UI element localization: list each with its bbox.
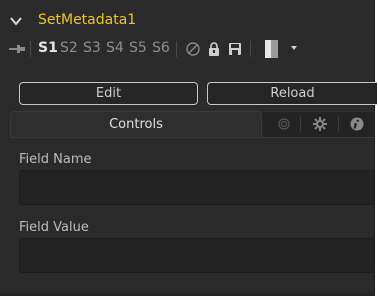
- info-icon[interactable]: [350, 117, 364, 131]
- triangle-down-icon[interactable]: [290, 44, 298, 52]
- pin-icon[interactable]: [8, 42, 26, 56]
- edit-button[interactable]: Edit: [19, 82, 198, 105]
- gear-icon[interactable]: [313, 117, 327, 131]
- chevron-down-icon[interactable]: [9, 14, 23, 28]
- color-swatch-icon[interactable]: [265, 40, 287, 58]
- version-s2[interactable]: S2: [60, 40, 78, 56]
- field-name-label: Field Name: [19, 152, 92, 167]
- version-s1[interactable]: S1: [38, 40, 58, 56]
- tab-controls[interactable]: Controls: [10, 111, 262, 137]
- modifier-icon[interactable]: [277, 117, 291, 131]
- separator: [250, 41, 251, 57]
- inspector-panel: SetMetadata1 S1 S2 S3 S4 S5 S6 Edit Relo…: [0, 0, 377, 296]
- version-bar: S1 S2 S3 S4 S5 S6: [0, 36, 374, 62]
- field-name-input[interactable]: [19, 170, 375, 205]
- field-value-label: Field Value: [19, 220, 89, 235]
- separator: [30, 41, 31, 57]
- lock-icon[interactable]: [206, 41, 222, 57]
- no-entry-icon[interactable]: [185, 41, 201, 57]
- tool-header[interactable]: SetMetadata1: [0, 10, 374, 32]
- version-s5[interactable]: S5: [129, 40, 147, 56]
- version-s3[interactable]: S3: [83, 40, 101, 56]
- reload-button[interactable]: Reload: [207, 82, 377, 105]
- separator: [338, 116, 339, 132]
- version-s6[interactable]: S6: [152, 40, 170, 56]
- field-value-input[interactable]: [19, 238, 375, 273]
- tab-content-border: [10, 137, 375, 138]
- tool-title: SetMetadata1: [38, 12, 137, 28]
- separator: [176, 41, 177, 57]
- separator: [300, 116, 301, 132]
- save-icon[interactable]: [227, 41, 243, 57]
- version-s4[interactable]: S4: [106, 40, 124, 56]
